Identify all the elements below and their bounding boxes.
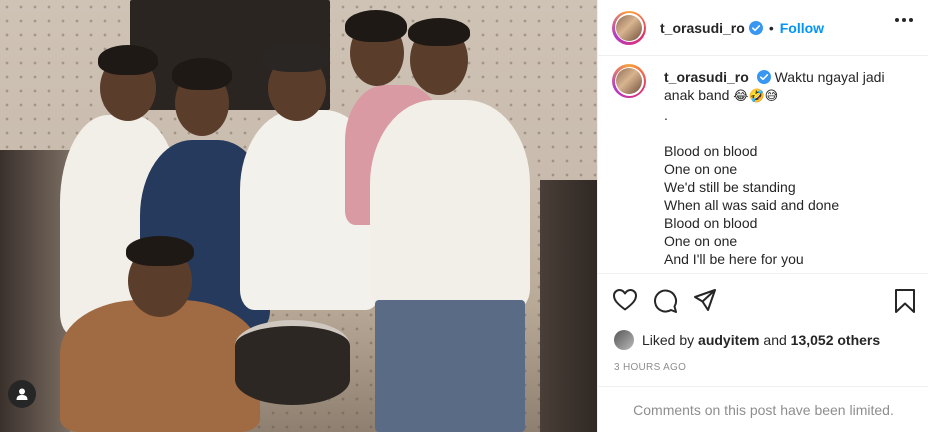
action-bar <box>598 282 928 322</box>
heart-icon[interactable] <box>612 288 638 317</box>
user-tag-button[interactable] <box>8 380 36 408</box>
likes-others-link[interactable]: 13,052 others <box>791 332 881 348</box>
bookmark-icon[interactable] <box>894 288 916 319</box>
author-username[interactable]: t_orasudi_ro <box>660 20 745 36</box>
person-hair <box>126 236 194 266</box>
caption-dot: . <box>664 107 668 123</box>
person-ageat-shirt <box>370 100 530 310</box>
liker-avatar[interactable] <box>614 330 634 350</box>
likes-prefix: Liked by <box>642 332 695 348</box>
paper-plane-icon[interactable] <box>693 288 717 317</box>
caption-username[interactable]: t_orasudi_ro <box>664 69 749 85</box>
comment-icon[interactable] <box>652 288 678 319</box>
more-options-icon[interactable] <box>895 18 913 22</box>
lyric-line: One on one <box>664 233 738 249</box>
lyric-line: When all was said and done <box>664 197 840 213</box>
post-detail-panel: t_orasudi_ro • Follow t_orasudi_ro Waktu… <box>597 0 928 432</box>
caption-author-avatar[interactable] <box>612 64 646 98</box>
post-timestamp[interactable]: 3 HOURS AGO <box>614 362 686 373</box>
person-hair <box>98 45 158 75</box>
avatar-image <box>616 14 642 41</box>
person-hair <box>172 58 232 90</box>
snare-drum <box>235 320 350 405</box>
verified-badge-icon <box>748 20 763 35</box>
caption-section: t_orasudi_ro Waktu ngayal jadi anak band… <box>598 56 928 274</box>
person-hair <box>408 18 470 46</box>
likes-summary: Liked by audyitem and 13,052 others <box>614 330 880 350</box>
post-header: t_orasudi_ro • Follow <box>598 0 928 56</box>
person-hair <box>345 10 407 42</box>
liker-username[interactable]: audyitem <box>698 332 759 348</box>
post-photo[interactable] <box>0 0 597 432</box>
guitar-area <box>540 180 597 432</box>
user-tag-icon <box>16 388 28 400</box>
person-jeans <box>375 300 525 432</box>
separator-dot: • <box>768 19 774 36</box>
avatar-image <box>616 68 642 94</box>
caption-blank <box>664 124 914 142</box>
lyric-line: One on one <box>664 161 738 177</box>
caption-emojis: 😂🤣😅 <box>733 89 779 104</box>
follow-button[interactable]: Follow <box>780 20 824 36</box>
person-orange-shirt-kneeling <box>60 300 260 432</box>
comments-limited-notice: Comments on this post have been limited. <box>598 386 928 432</box>
lyric-line: Blood on blood <box>664 215 758 231</box>
likes-joiner: and <box>763 332 787 348</box>
caption-text: t_orasudi_ro Waktu ngayal jadi anak band… <box>664 68 914 268</box>
lyric-line: And I'll be here for you <box>664 251 804 267</box>
lyric-line: We'd still be standing <box>664 179 796 195</box>
lyric-line: Blood on blood <box>664 143 758 159</box>
person-cap <box>262 42 330 72</box>
author-avatar[interactable] <box>612 10 646 45</box>
verified-badge-icon <box>756 70 771 84</box>
